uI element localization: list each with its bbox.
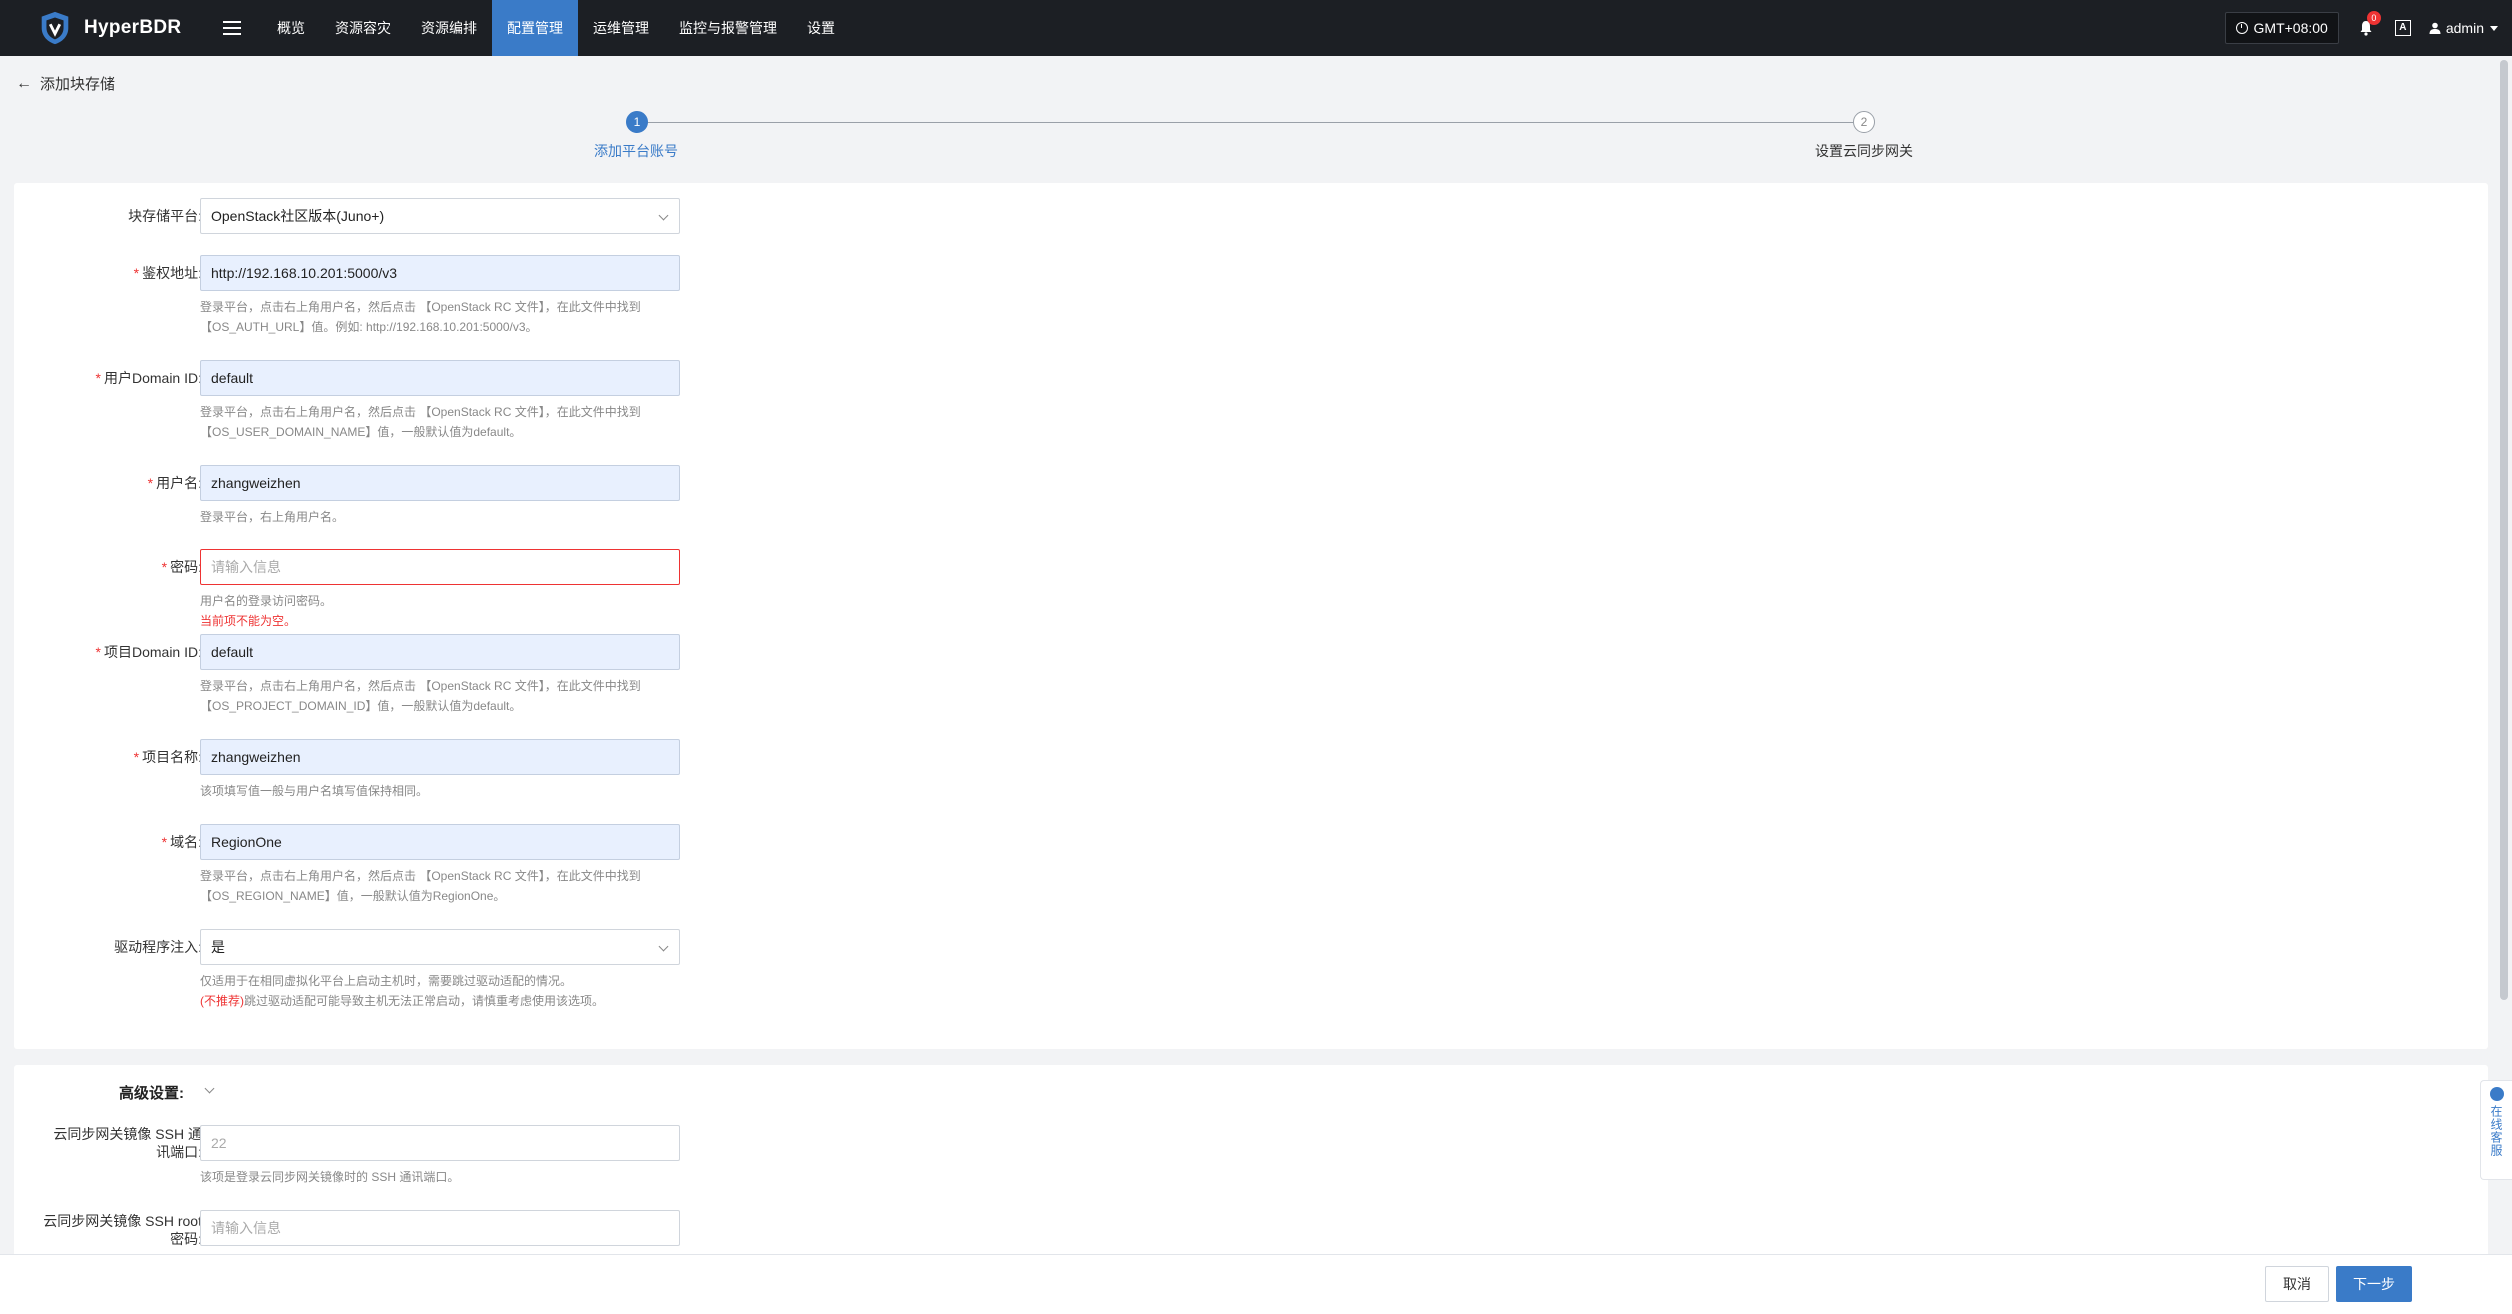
- nav-item-monitoring[interactable]: 监控与报警管理: [664, 0, 792, 56]
- nav-item-operations[interactable]: 运维管理: [578, 0, 664, 56]
- driver-inject-hint: 仅适用于在相同虚拟化平台上启动主机时，需要跳过驱动适配的情况。 (不推荐)跳过驱…: [200, 974, 605, 1008]
- step-connector: [647, 122, 1854, 123]
- ssh-password-input[interactable]: 请输入信息: [200, 1210, 680, 1246]
- timezone-label: GMT+08:00: [2253, 20, 2328, 36]
- clock-icon: [2235, 22, 2248, 34]
- ssh-password-label: 云同步网关镜像 SSH root 密码:: [43, 1213, 202, 1247]
- driver-inject-select[interactable]: 是: [200, 929, 680, 965]
- nav-item-disaster-recovery[interactable]: 资源容灾: [320, 0, 406, 56]
- project-domain-input[interactable]: default: [200, 634, 680, 670]
- shield-logo-icon: [41, 11, 69, 45]
- notification-badge: 0: [2366, 11, 2381, 25]
- cancel-button[interactable]: 取消: [2265, 1266, 2329, 1302]
- top-navigation-bar: HyperBDR 概览 资源容灾 资源编排 配置管理 运维管理 监控与报警管理 …: [0, 0, 2512, 56]
- ssh-port-label: 云同步网关镜像 SSH 通 讯端口:: [53, 1126, 202, 1160]
- online-service-tab[interactable]: 在线客服: [2480, 1080, 2512, 1180]
- driver-inject-label: 驱动程序注入:: [114, 939, 202, 955]
- platform-label: 块存储平台:: [128, 208, 202, 224]
- project-domain-label: * 项目Domain ID:: [95, 644, 202, 660]
- step-2-label: 设置云同步网关: [1815, 143, 1913, 159]
- nav-item-overview[interactable]: 概览: [262, 0, 320, 56]
- form-card: 块存储平台: OpenStack社区版本(Juno+) * 鉴权地址: http:…: [14, 183, 2488, 1049]
- online-service-label: 在线客服: [2489, 1105, 2503, 1157]
- page-header: 1 2 添加平台账号 设置云同步网关 ← 添加块存储: [0, 56, 2512, 166]
- step-1-indicator: 1: [626, 111, 648, 133]
- footer-bar: 取消 下一步: [0, 1254, 2512, 1314]
- timezone-selector[interactable]: GMT+08:00: [2224, 12, 2339, 44]
- password-label: * 密码:: [161, 559, 202, 575]
- advanced-settings-title: 高级设置:: [119, 1085, 184, 1102]
- language-icon[interactable]: A: [2394, 20, 2411, 36]
- nav-item-settings[interactable]: 设置: [792, 0, 850, 56]
- chevron-down-icon[interactable]: [204, 1083, 215, 1094]
- next-step-button[interactable]: 下一步: [2336, 1266, 2412, 1302]
- scrollbar-thumb[interactable]: [2500, 60, 2508, 1000]
- region-hint: 登录平台，点击右上角用户名，然后点击 【OpenStack RC 文件】，在此文…: [200, 869, 641, 903]
- platform-select[interactable]: OpenStack社区版本(Juno+): [200, 198, 680, 234]
- auth-url-input[interactable]: http://192.168.10.201:5000/v3: [200, 255, 680, 291]
- region-input[interactable]: RegionOne: [200, 824, 680, 860]
- user-menu[interactable]: admin: [2429, 20, 2498, 36]
- chevron-down-icon: [658, 210, 669, 221]
- username-hint: 登录平台，右上角用户名。: [200, 510, 345, 524]
- main-nav: 概览 资源容灾 资源编排 配置管理 运维管理 监控与报警管理 设置: [262, 0, 850, 56]
- password-hint: 用户名的登录访问密码。: [200, 594, 333, 608]
- logo[interactable]: HyperBDR: [0, 0, 200, 56]
- project-name-hint: 该项填写值一般与用户名填写值保持相同。: [200, 784, 429, 798]
- arrow-left-icon: ←: [16, 74, 32, 92]
- project-name-input[interactable]: zhangweizhen: [200, 739, 680, 775]
- project-name-label: * 项目名称:: [133, 749, 202, 765]
- step-1-label: 添加平台账号: [594, 143, 678, 159]
- headset-icon: [2489, 1087, 2504, 1101]
- advanced-settings-card: 高级设置: 云同步网关镜像 SSH 通 讯端口: 22 该项是登录云同步网关镜像…: [14, 1065, 2488, 1265]
- region-label: * 域名:: [161, 834, 202, 850]
- caret-down-icon: [2490, 25, 2498, 31]
- notification-button[interactable]: 0: [2355, 11, 2381, 39]
- auth-url-label: * 鉴权地址:: [133, 265, 202, 281]
- nav-item-orchestration[interactable]: 资源编排: [406, 0, 492, 56]
- nav-item-configuration[interactable]: 配置管理: [492, 0, 578, 56]
- app-name: HyperBDR: [84, 17, 182, 38]
- auth-url-hint: 登录平台，点击右上角用户名，然后点击 【OpenStack RC 文件】，在此文…: [200, 300, 641, 334]
- chevron-down-icon: [658, 941, 669, 952]
- user-domain-label: * 用户Domain ID:: [95, 370, 202, 386]
- username-label: * 用户名:: [147, 475, 202, 491]
- password-input[interactable]: 请输入信息: [200, 549, 680, 585]
- page-title: 添加块存储: [40, 76, 116, 93]
- user-domain-input[interactable]: default: [200, 360, 680, 396]
- wizard-steps: 1 2 添加平台账号 设置云同步网关: [0, 56, 2512, 166]
- ssh-port-hint: 该项是登录云同步网关镜像时的 SSH 通讯端口。: [200, 1170, 460, 1184]
- step-2-indicator: 2: [1853, 111, 1875, 133]
- ssh-port-input[interactable]: 22: [200, 1125, 680, 1161]
- back-button[interactable]: ← 添加块存储: [16, 73, 115, 94]
- password-error: 当前项不能为空。: [200, 614, 297, 628]
- menu-toggle-icon[interactable]: [214, 0, 250, 56]
- user-domain-hint: 登录平台，点击右上角用户名，然后点击 【OpenStack RC 文件】，在此文…: [200, 405, 641, 439]
- username-input[interactable]: zhangweizhen: [200, 465, 680, 501]
- project-domain-hint: 登录平台，点击右上角用户名，然后点击 【OpenStack RC 文件】，在此文…: [200, 679, 641, 713]
- user-icon: [2429, 22, 2441, 34]
- username-label: admin: [2445, 20, 2484, 36]
